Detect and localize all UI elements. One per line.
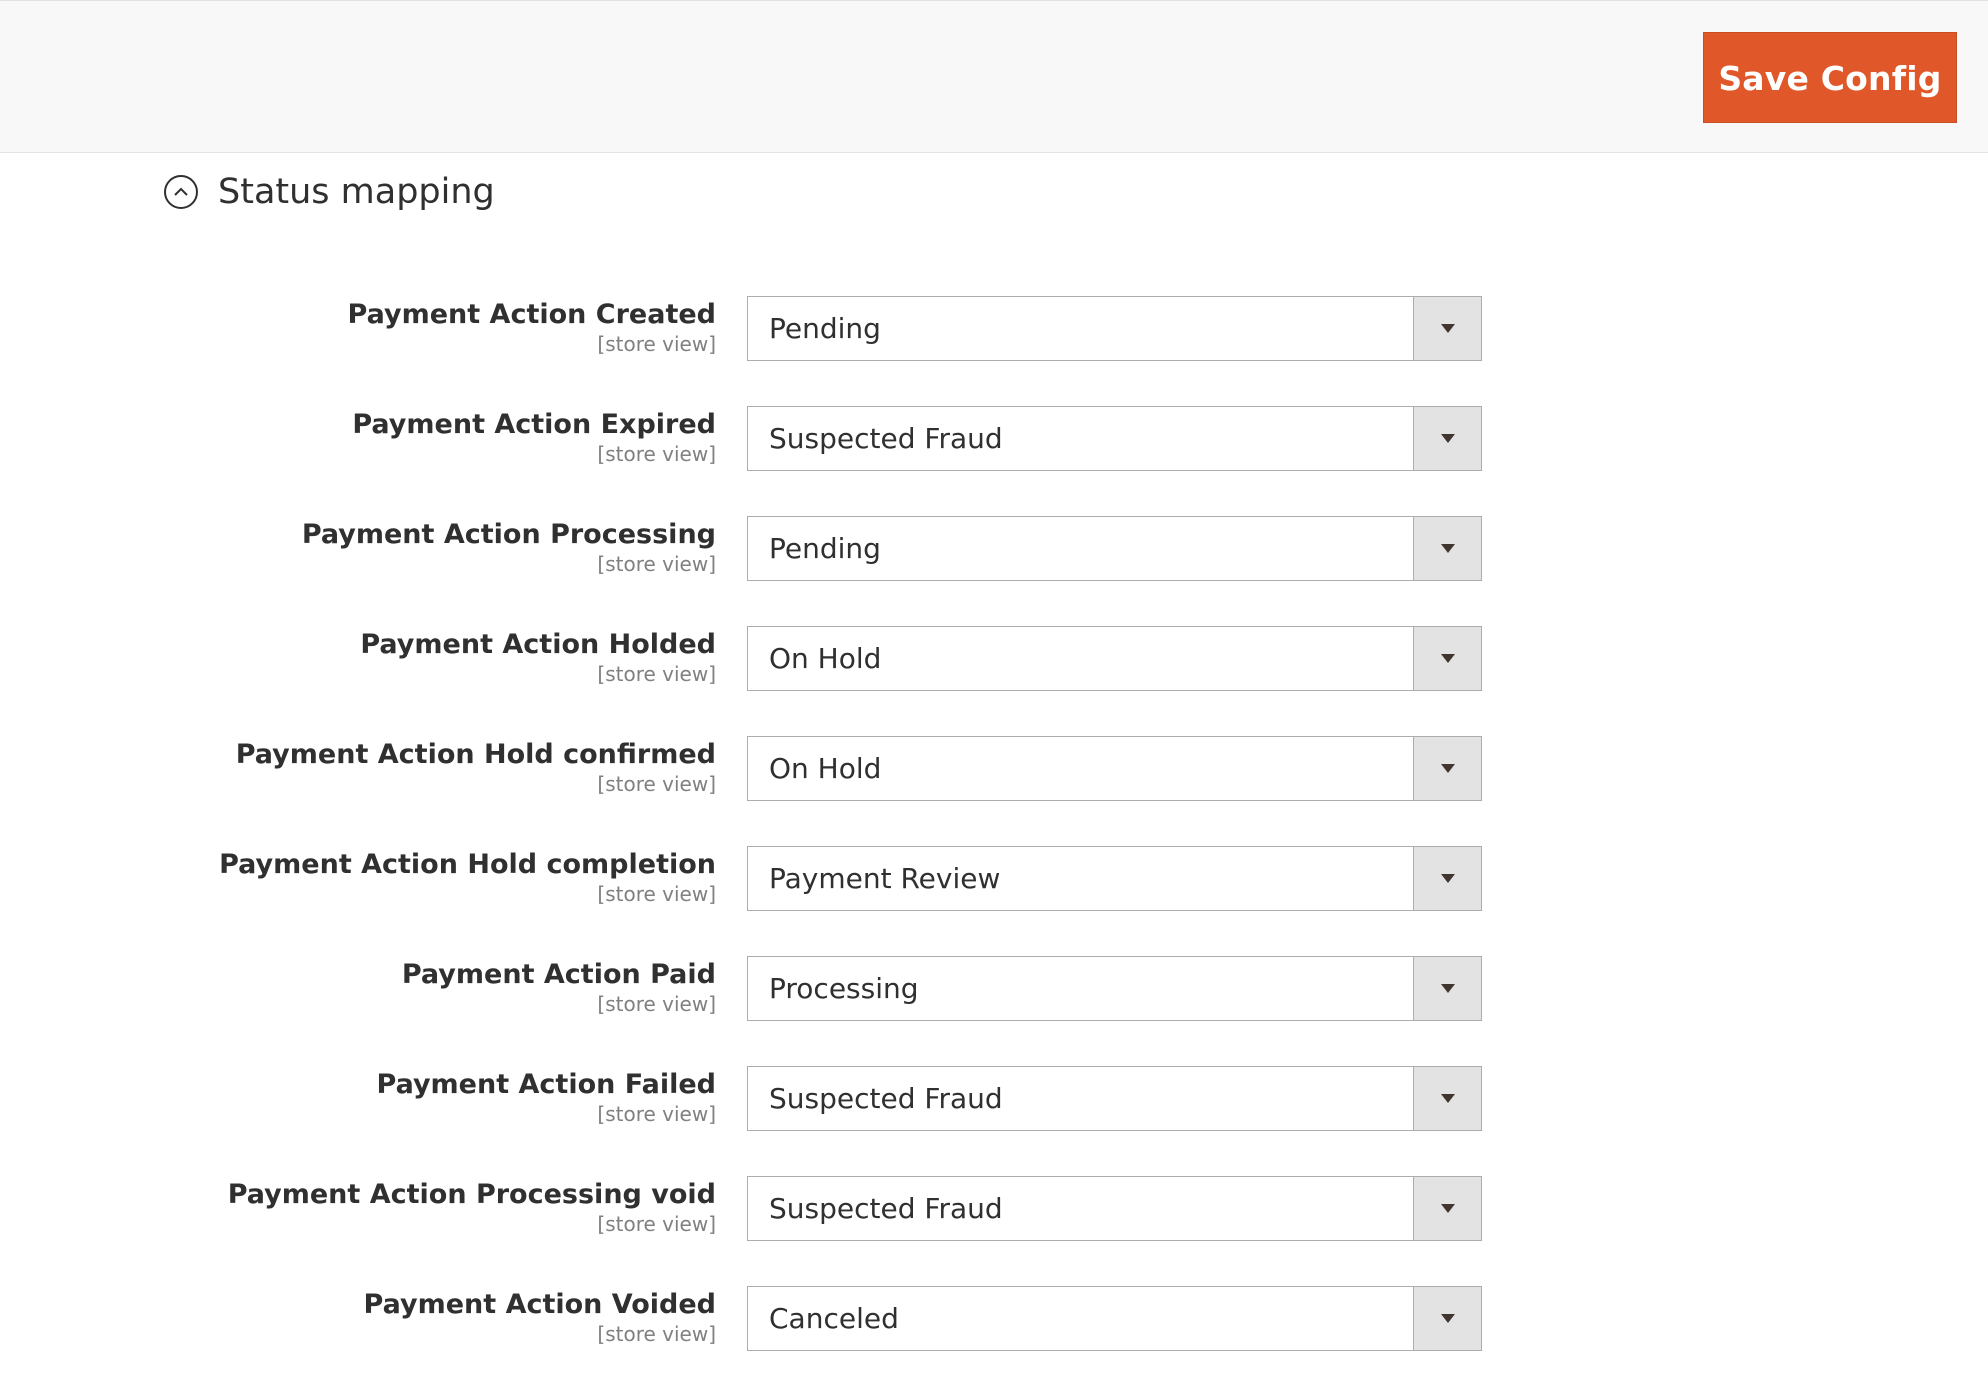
field-row: Payment Action Expired [store view] Susp… xyxy=(0,406,1988,516)
scope-label: [store view] xyxy=(597,1322,716,1346)
scope-label: [store view] xyxy=(597,552,716,576)
status-mapping-fields: Payment Action Created [store view] Pend… xyxy=(0,296,1988,1396)
dropdown-arrow-icon[interactable] xyxy=(1413,737,1481,800)
page-actions-bar: Save Config xyxy=(0,0,1988,153)
select-value: Suspected Fraud xyxy=(769,422,1003,455)
field-label-group: Payment Action Expired [store view] xyxy=(352,408,716,466)
field-row: Payment Action Paid [store view] Process… xyxy=(0,956,1988,1066)
select-value: Processing xyxy=(769,972,919,1005)
dropdown-arrow-icon[interactable] xyxy=(1413,1067,1481,1130)
scope-label: [store view] xyxy=(597,332,716,356)
dropdown-arrow-icon[interactable] xyxy=(1413,847,1481,910)
scope-label: [store view] xyxy=(597,992,716,1016)
field-row: Payment Action Created [store view] Pend… xyxy=(0,296,1988,406)
dropdown-arrow-icon[interactable] xyxy=(1413,1177,1481,1240)
field-label: Payment Action Hold confirmed xyxy=(235,739,716,770)
dropdown-arrow-icon[interactable] xyxy=(1413,627,1481,690)
save-config-button[interactable]: Save Config xyxy=(1703,32,1957,123)
section-title: Status mapping xyxy=(218,172,495,212)
field-label-group: Payment Action Failed [store view] xyxy=(377,1068,717,1126)
field-label: Payment Action Expired xyxy=(352,409,716,440)
select-value: On Hold xyxy=(769,642,882,675)
field-label: Payment Action Created xyxy=(347,299,716,330)
section-header-status-mapping[interactable]: Status mapping xyxy=(164,168,495,216)
status-select[interactable]: Suspected Fraud xyxy=(747,1066,1482,1131)
status-select[interactable]: Suspected Fraud xyxy=(747,1176,1482,1241)
field-label-group: Payment Action Holded [store view] xyxy=(360,628,716,686)
field-label: Payment Action Failed xyxy=(376,1069,717,1100)
field-label-group: Payment Action Created [store view] xyxy=(348,298,716,356)
scope-label: [store view] xyxy=(597,1102,716,1126)
field-label: Payment Action Hold completion xyxy=(219,849,716,880)
chevron-up-circle-icon[interactable] xyxy=(164,175,198,209)
select-value: Canceled xyxy=(769,1302,899,1335)
field-row: Payment Action Holded [store view] On Ho… xyxy=(0,626,1988,736)
select-value: On Hold xyxy=(769,752,882,785)
select-value: Payment Review xyxy=(769,862,1001,895)
dropdown-arrow-icon[interactable] xyxy=(1413,297,1481,360)
status-select[interactable]: On Hold xyxy=(747,626,1482,691)
status-select[interactable]: Canceled xyxy=(747,1286,1482,1351)
dropdown-arrow-icon[interactable] xyxy=(1413,517,1481,580)
field-label-group: Payment Action Hold completion [store vi… xyxy=(219,848,716,906)
select-value: Suspected Fraud xyxy=(769,1082,1003,1115)
field-label: Payment Action Processing xyxy=(301,519,716,550)
status-select[interactable]: On Hold xyxy=(747,736,1482,801)
field-label-group: Payment Action Paid [store view] xyxy=(402,958,716,1016)
field-row: Payment Action Voided [store view] Cance… xyxy=(0,1286,1988,1396)
field-row: Payment Action Processing void [store vi… xyxy=(0,1176,1988,1286)
field-row: Payment Action Processing [store view] P… xyxy=(0,516,1988,626)
scope-label: [store view] xyxy=(597,1212,716,1236)
status-select[interactable]: Suspected Fraud xyxy=(747,406,1482,471)
scope-label: [store view] xyxy=(597,772,716,796)
field-label-group: Payment Action Processing void [store vi… xyxy=(228,1178,716,1236)
scope-label: [store view] xyxy=(597,662,716,686)
scope-label: [store view] xyxy=(597,882,716,906)
status-select[interactable]: Pending xyxy=(747,516,1482,581)
field-label: Payment Action Paid xyxy=(401,959,716,990)
select-value: Pending xyxy=(769,312,881,345)
select-value: Pending xyxy=(769,532,881,565)
field-row: Payment Action Hold confirmed [store vie… xyxy=(0,736,1988,846)
field-row: Payment Action Failed [store view] Suspe… xyxy=(0,1066,1988,1176)
status-select[interactable]: Pending xyxy=(747,296,1482,361)
dropdown-arrow-icon[interactable] xyxy=(1413,407,1481,470)
field-label-group: Payment Action Processing [store view] xyxy=(302,518,716,576)
field-row: Payment Action Hold completion [store vi… xyxy=(0,846,1988,956)
dropdown-arrow-icon[interactable] xyxy=(1413,957,1481,1020)
scope-label: [store view] xyxy=(597,442,716,466)
select-value: Suspected Fraud xyxy=(769,1192,1003,1225)
status-select[interactable]: Processing xyxy=(747,956,1482,1021)
chevron-up-glyph xyxy=(174,187,188,196)
field-label-group: Payment Action Voided [store view] xyxy=(364,1288,716,1346)
field-label: Payment Action Holded xyxy=(360,629,716,660)
dropdown-arrow-icon[interactable] xyxy=(1413,1287,1481,1350)
field-label-group: Payment Action Hold confirmed [store vie… xyxy=(236,738,716,796)
field-label: Payment Action Voided xyxy=(363,1289,716,1320)
field-label: Payment Action Processing void xyxy=(227,1179,716,1210)
status-select[interactable]: Payment Review xyxy=(747,846,1482,911)
